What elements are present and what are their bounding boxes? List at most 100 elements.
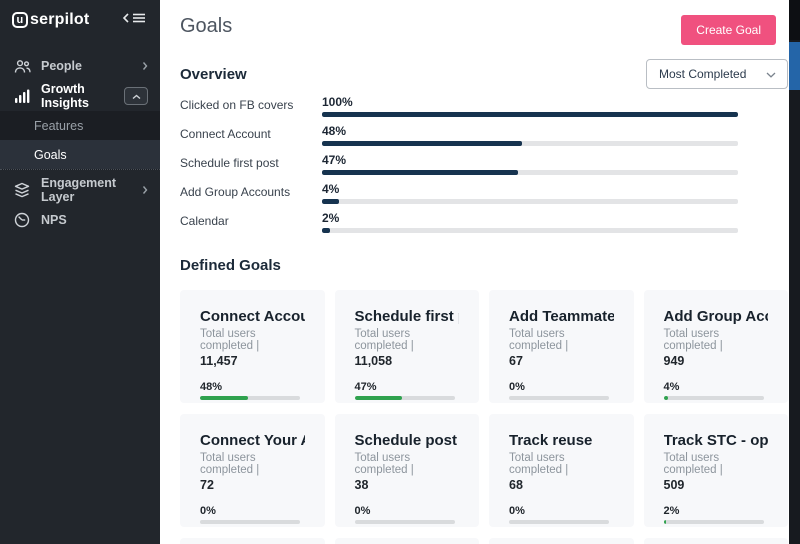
goal-card-title: Track STC - open bbox=[664, 432, 769, 449]
page-header: Goals Create Goal bbox=[160, 0, 800, 59]
goal-card-users-count: 11,058 bbox=[355, 354, 460, 368]
goal-card-progress-fill bbox=[664, 396, 668, 400]
goal-card-progress-track bbox=[664, 520, 764, 524]
goal-card-partial[interactable] bbox=[644, 538, 789, 544]
goal-card-users-count: 509 bbox=[664, 478, 769, 492]
goal-card-title: Track reuse bbox=[509, 432, 614, 449]
goal-card[interactable]: Connect Account Total users completed | … bbox=[180, 290, 325, 403]
overview-bar-row: Schedule first post 47% bbox=[180, 155, 738, 175]
goal-card-percent-label: 48% bbox=[200, 381, 305, 393]
goal-card[interactable]: Schedule first p… Total users completed … bbox=[335, 290, 480, 403]
overview-heading: Overview bbox=[180, 66, 247, 83]
goal-card-subtitle: Total users completed | bbox=[200, 452, 305, 476]
goal-card-percent-label: 4% bbox=[664, 381, 769, 393]
goal-card-users-count: 11,457 bbox=[200, 354, 305, 368]
bar-box: 47% bbox=[322, 153, 738, 175]
bar-box: 4% bbox=[322, 182, 738, 204]
bar-percent-label: 47% bbox=[322, 153, 738, 167]
goal-card-users-count: 72 bbox=[200, 478, 305, 492]
goal-card[interactable]: Schedule post n… Total users completed |… bbox=[335, 414, 480, 527]
bar-label: Add Group Accounts bbox=[180, 185, 322, 204]
goal-card[interactable]: Add Teammates Total users completed | 67… bbox=[489, 290, 634, 403]
goal-card-subtitle: Total users completed | bbox=[200, 328, 305, 352]
content: Overview Most Completed Clicked on FB co… bbox=[160, 59, 800, 544]
bar-percent-label: 100% bbox=[322, 95, 738, 109]
goal-card-title: Connect Account bbox=[200, 308, 305, 325]
sidebar-item-label: Growth Insights bbox=[41, 82, 124, 110]
overview-head: Overview Most Completed bbox=[180, 59, 788, 89]
chevron-down-icon bbox=[766, 67, 776, 81]
submenu-item-label: Features bbox=[34, 119, 83, 133]
gauge-icon bbox=[12, 212, 32, 228]
bar-label: Schedule first post bbox=[180, 156, 322, 175]
logo-u-mark: u bbox=[12, 12, 28, 28]
goal-card-users-count: 68 bbox=[509, 478, 614, 492]
sidebar-item-nps[interactable]: NPS bbox=[0, 205, 160, 235]
sidebar-item-engagement-layer[interactable]: Engagement Layer bbox=[0, 175, 160, 205]
logo-row: userpilot bbox=[0, 0, 160, 35]
sidebar-subitem-features[interactable]: Features bbox=[0, 111, 160, 140]
bar-fill bbox=[322, 170, 518, 175]
goal-card-subtitle: Total users completed | bbox=[509, 328, 614, 352]
create-goal-button[interactable]: Create Goal bbox=[681, 15, 776, 45]
chevron-right-icon bbox=[142, 185, 148, 195]
growth-insights-collapse-button[interactable] bbox=[124, 87, 148, 105]
overview-bar-row: Clicked on FB covers 100% bbox=[180, 97, 738, 117]
goal-card-partial[interactable] bbox=[489, 538, 634, 544]
defined-goals-section: Defined Goals Connect Account Total user… bbox=[180, 257, 788, 544]
goal-card-progress-track bbox=[355, 396, 455, 400]
scrollbar-thumb[interactable] bbox=[789, 42, 800, 90]
goal-card-title: Connect Your Ac… bbox=[200, 432, 305, 449]
vertical-scrollbar[interactable] bbox=[789, 0, 800, 544]
goal-card-progress-track bbox=[200, 396, 300, 400]
sidebar-nav: People Growth Insights bbox=[0, 51, 160, 235]
goal-card-progress-track bbox=[664, 396, 764, 400]
goal-card-title: Add Group Acco… bbox=[664, 308, 769, 325]
goal-card-progress-fill bbox=[664, 520, 666, 524]
goal-card-subtitle: Total users completed | bbox=[664, 328, 769, 352]
sidebar-subitem-goals[interactable]: Goals bbox=[0, 140, 160, 169]
scrollbar-top-cap bbox=[789, 0, 800, 40]
sort-dropdown-value: Most Completed bbox=[659, 67, 746, 81]
bar-track bbox=[322, 170, 738, 175]
goal-card-title: Schedule post n… bbox=[355, 432, 460, 449]
goal-card-users-count: 67 bbox=[509, 354, 614, 368]
bar-track bbox=[322, 228, 738, 233]
goal-card[interactable]: Track reuse Total users completed | 68 0… bbox=[489, 414, 634, 527]
goal-card-users-count: 38 bbox=[355, 478, 460, 492]
bar-percent-label: 2% bbox=[322, 211, 738, 225]
sidebar-collapse-button[interactable] bbox=[122, 11, 146, 29]
goal-card-percent-label: 0% bbox=[509, 505, 614, 517]
sort-dropdown[interactable]: Most Completed bbox=[646, 59, 788, 89]
bar-label: Calendar bbox=[180, 214, 322, 233]
page-title: Goals bbox=[180, 15, 232, 38]
goal-card-partial[interactable] bbox=[335, 538, 480, 544]
goal-card-partial[interactable] bbox=[180, 538, 325, 544]
userpilot-logo: userpilot bbox=[12, 11, 89, 29]
goal-card-subtitle: Total users completed | bbox=[355, 328, 460, 352]
goal-card-percent-label: 0% bbox=[509, 381, 614, 393]
overview-bar-row: Connect Account 48% bbox=[180, 126, 738, 146]
sidebar-item-growth-insights[interactable]: Growth Insights bbox=[0, 81, 160, 111]
defined-goals-heading: Defined Goals bbox=[180, 257, 281, 274]
goal-card[interactable]: Connect Your Ac… Total users completed |… bbox=[180, 414, 325, 527]
goal-card-title: Schedule first p… bbox=[355, 308, 460, 325]
bar-fill bbox=[322, 141, 522, 146]
goal-card-percent-label: 47% bbox=[355, 381, 460, 393]
goal-card[interactable]: Add Group Acco… Total users completed | … bbox=[644, 290, 789, 403]
sidebar: userpilot People bbox=[0, 0, 160, 544]
chevron-left-icon bbox=[122, 11, 130, 29]
goal-card[interactable]: Track STC - open Total users completed |… bbox=[644, 414, 789, 527]
sidebar-item-people[interactable]: People bbox=[0, 51, 160, 81]
sidebar-item-label: People bbox=[41, 59, 142, 73]
bar-box: 100% bbox=[322, 95, 738, 117]
bar-label: Connect Account bbox=[180, 127, 322, 146]
main-panel: Goals Create Goal Overview Most Complete… bbox=[160, 0, 800, 544]
bar-percent-label: 4% bbox=[322, 182, 738, 196]
goal-card-progress-track bbox=[509, 520, 609, 524]
layers-icon bbox=[12, 182, 32, 198]
app-window: userpilot People bbox=[0, 0, 800, 544]
goal-card-percent-label: 2% bbox=[664, 505, 769, 517]
chevron-up-icon bbox=[132, 89, 141, 103]
logo-wordmark: serpilot bbox=[30, 11, 89, 29]
